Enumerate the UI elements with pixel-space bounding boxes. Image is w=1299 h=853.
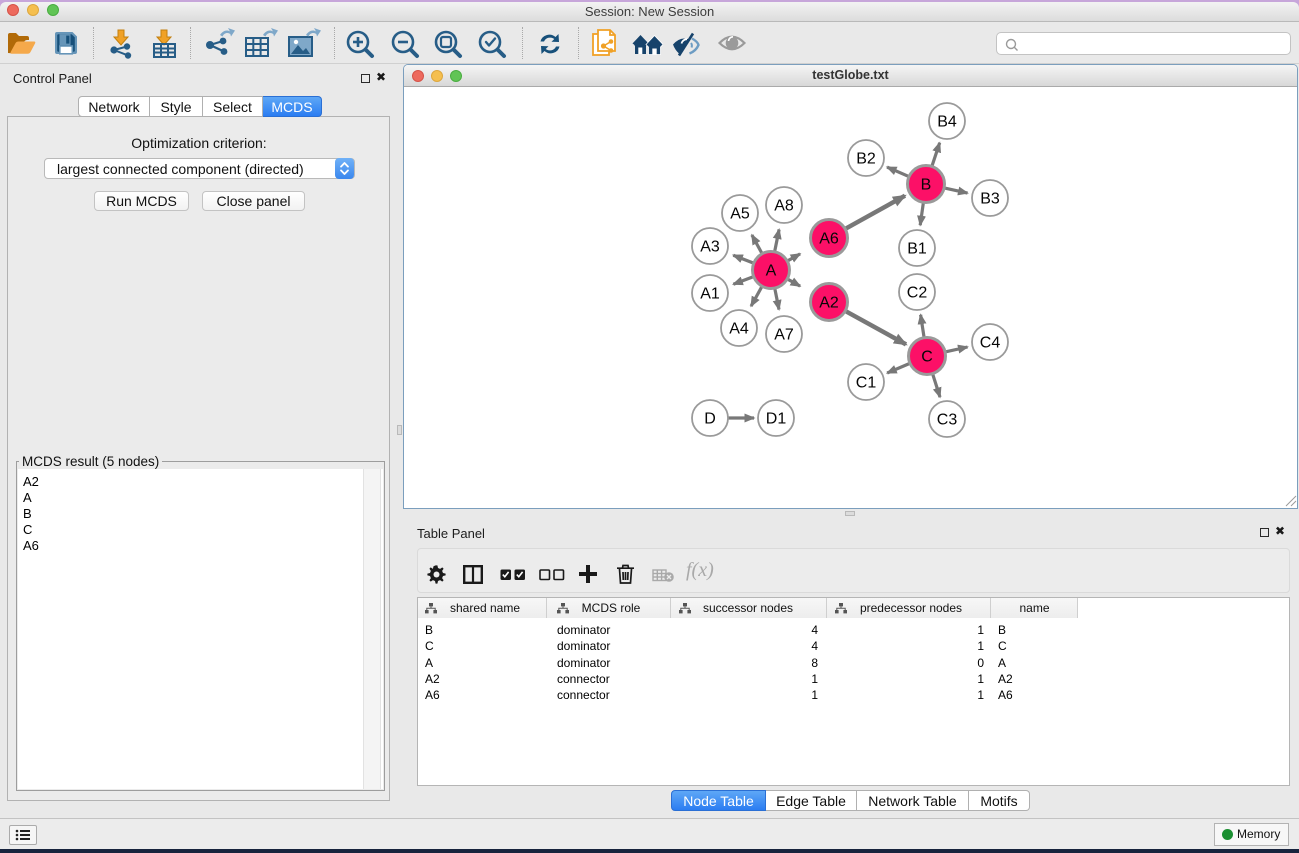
svg-text:B4: B4	[937, 114, 957, 131]
svg-text:B3: B3	[980, 191, 1000, 208]
svg-text:C4: C4	[980, 335, 1001, 352]
svg-text:C1: C1	[856, 375, 877, 392]
svg-text:A: A	[766, 263, 777, 280]
svg-text:D1: D1	[766, 411, 787, 428]
svg-text:A7: A7	[774, 327, 794, 344]
svg-text:B: B	[921, 177, 932, 194]
svg-text:A5: A5	[730, 206, 750, 223]
svg-text:C: C	[921, 349, 933, 366]
svg-text:A3: A3	[700, 239, 720, 256]
svg-text:A1: A1	[700, 286, 720, 303]
svg-text:C2: C2	[907, 285, 928, 302]
svg-text:A2: A2	[819, 295, 839, 312]
svg-text:C3: C3	[937, 412, 958, 429]
svg-text:A6: A6	[819, 231, 839, 248]
svg-text:B2: B2	[856, 151, 876, 168]
svg-text:B1: B1	[907, 241, 927, 258]
svg-text:A4: A4	[729, 321, 749, 338]
svg-text:D: D	[704, 411, 716, 428]
svg-text:A8: A8	[774, 198, 794, 215]
